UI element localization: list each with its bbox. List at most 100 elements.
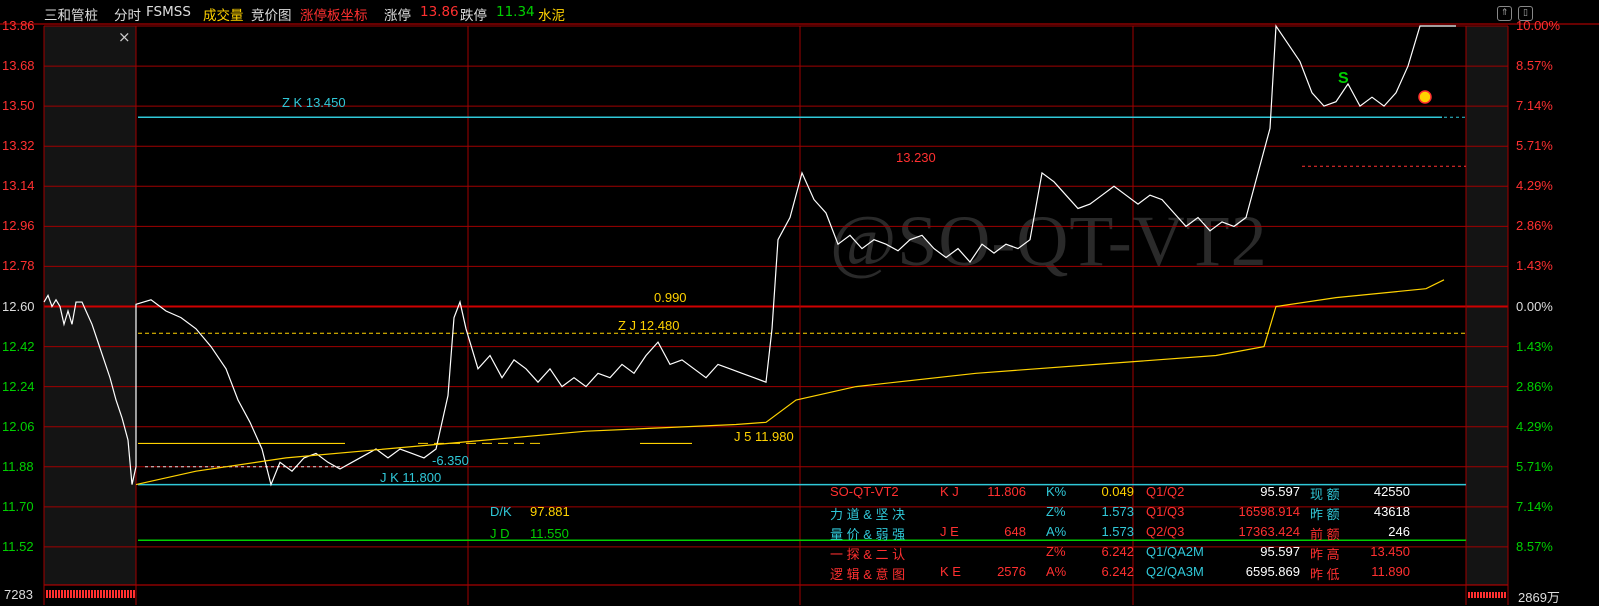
volume-bar xyxy=(82,590,84,598)
volume-right-value: 2869万 xyxy=(1518,590,1560,605)
volume-bar xyxy=(76,590,78,598)
price-tick-label: 13.86 xyxy=(2,18,35,33)
volume-bar xyxy=(91,590,93,598)
volume-bar xyxy=(1471,592,1473,598)
volume-bar xyxy=(133,590,135,598)
close-icon[interactable]: × xyxy=(118,28,131,46)
marker-dot xyxy=(1418,90,1432,104)
volume-bar xyxy=(1489,592,1491,598)
price-tick-label: 12.96 xyxy=(2,218,35,234)
volume-bar xyxy=(106,590,108,598)
zj-label: Z J 12.480 xyxy=(618,318,680,333)
volume-bar xyxy=(1477,592,1479,598)
price-tick-label: 12.42 xyxy=(2,338,35,354)
price-tick-label: 13.50 xyxy=(2,98,35,114)
panel-cell: 一 探 & 二 认 xyxy=(830,547,906,562)
price-13230-label: 13.230 xyxy=(896,150,936,165)
panel-cell: 246 xyxy=(1388,524,1410,539)
percent-tick-label: 4.29% xyxy=(1516,418,1553,434)
j5-label: J 5 11.980 xyxy=(734,429,794,444)
jd-label: J D xyxy=(490,526,510,541)
panel-cell: 量 价 & 弱 强 xyxy=(830,527,906,542)
jd-value: 11.550 xyxy=(530,526,569,541)
panel-cell: Z% xyxy=(1046,504,1066,519)
volume-bar xyxy=(1483,592,1485,598)
panel-cell: K% xyxy=(1046,484,1067,499)
volume-bar xyxy=(127,590,129,598)
percent-tick-label: 7.14% xyxy=(1516,98,1553,114)
volume-bar xyxy=(100,590,102,598)
panel-cell: SO-QT-VT2 xyxy=(830,484,899,499)
volume-left-value: 7283 xyxy=(4,587,33,602)
price-line xyxy=(43,24,1456,487)
price-tick-label: 11.52 xyxy=(2,538,34,554)
volume-bar xyxy=(1492,592,1494,598)
panel-cell: K E xyxy=(940,564,961,579)
panel-cell: 6.242 xyxy=(1101,564,1134,579)
volume-bar xyxy=(130,590,132,598)
percent-tick-label: 8.57% xyxy=(1516,538,1553,554)
percent-tick-label: 7.14% xyxy=(1516,498,1553,514)
price-tick-label: 13.32 xyxy=(2,138,35,154)
panel-cell: A% xyxy=(1046,524,1067,539)
percent-tick-label: 5.71% xyxy=(1516,138,1553,154)
neg-label: -6.350 xyxy=(432,453,469,468)
percent-tick-label: 2.86% xyxy=(1516,378,1553,394)
price-tick-label: 12.60 xyxy=(2,298,35,314)
volume-bar xyxy=(115,590,117,598)
avg-price-line xyxy=(135,279,1445,486)
panel-cell: 648 xyxy=(1004,524,1026,539)
panel-cell: 昨 低 xyxy=(1310,567,1340,582)
percent-tick-label: 0.00% xyxy=(1516,298,1553,314)
percent-tick-label: 4.29% xyxy=(1516,178,1553,194)
volume-bar xyxy=(103,590,105,598)
percent-tick-label: 1.43% xyxy=(1516,258,1553,274)
percent-tick-label: 2.86% xyxy=(1516,218,1553,234)
price-tick-label: 12.24 xyxy=(2,378,35,394)
panel-cell: 95.597 xyxy=(1260,544,1300,559)
panel-cell: 6595.869 xyxy=(1245,564,1300,579)
panel-cell: J E xyxy=(940,524,959,539)
panel-cell: 17363.424 xyxy=(1238,524,1300,539)
price-tick-label: 12.78 xyxy=(2,258,35,274)
zk-label: Z K 13.450 xyxy=(282,95,346,110)
volume-bar xyxy=(1486,592,1488,598)
dk-label: D/K xyxy=(490,504,512,519)
panel-cell: 6.242 xyxy=(1101,544,1134,559)
volume-bar xyxy=(112,590,114,598)
panel-cell: 43618 xyxy=(1373,504,1410,519)
percent-tick-label: 5.71% xyxy=(1516,458,1553,474)
price-tick-label: 11.70 xyxy=(2,498,34,514)
volume-bar xyxy=(55,590,57,598)
panel-cell: 1.573 xyxy=(1101,524,1134,539)
panel-cell: 0.049 xyxy=(1101,484,1134,499)
volume-bar xyxy=(61,590,63,598)
volume-bar xyxy=(94,590,96,598)
volume-bar xyxy=(109,590,111,598)
panel-cell: Z% xyxy=(1046,544,1066,559)
panel-cell: A% xyxy=(1046,564,1067,579)
volume-bar xyxy=(67,590,69,598)
panel-cell: 现 额 xyxy=(1310,487,1340,502)
panel-cell: Q1/Q3 xyxy=(1146,504,1185,519)
panel-cell: K J xyxy=(940,484,959,499)
panel-cell: 16598.914 xyxy=(1238,504,1300,519)
price-tick-label: 13.68 xyxy=(2,58,35,74)
volume-bar xyxy=(46,590,48,598)
panel-cell: Q1/Q2 xyxy=(1146,484,1185,499)
panel-cell: 逻 辑 & 意 图 xyxy=(830,567,906,582)
zj-top-label: 0.990 xyxy=(654,290,687,305)
panel-cell: 力 道 & 坚 决 xyxy=(830,507,906,522)
jk-label: J K 11.800 xyxy=(380,470,442,485)
panel-cell: Q2/QA3M xyxy=(1146,564,1204,579)
price-tick-label: 13.14 xyxy=(2,178,35,194)
percent-tick-label: 8.57% xyxy=(1516,58,1553,74)
volume-bar xyxy=(79,590,81,598)
panel-cell: 11.890 xyxy=(1371,564,1410,579)
volume-bar xyxy=(49,590,51,598)
volume-bar xyxy=(1504,592,1506,598)
percent-tick-label: 1.43% xyxy=(1516,338,1553,354)
volume-bar xyxy=(121,590,123,598)
volume-bar xyxy=(58,590,60,598)
volume-bar xyxy=(70,590,72,598)
